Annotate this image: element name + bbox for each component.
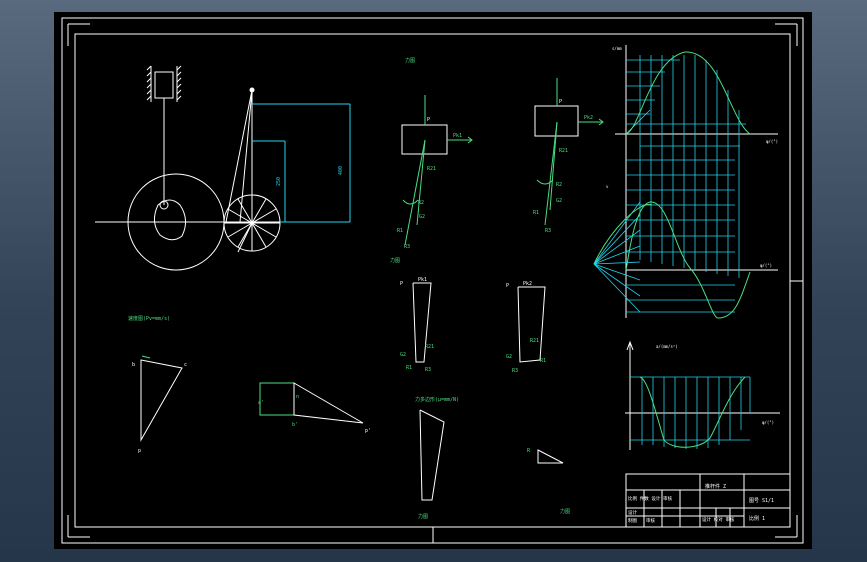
svg-text:R1: R1 (533, 210, 539, 216)
force-label-pk2: Pk2 (584, 115, 593, 121)
svg-text:n: n (296, 394, 299, 400)
svg-text:G2: G2 (556, 198, 562, 204)
label-p1: P (427, 117, 430, 123)
svg-text:R3: R3 (425, 367, 431, 373)
svg-text:R2: R2 (418, 200, 424, 206)
svg-text:R21: R21 (427, 166, 436, 172)
title-block-name: 推杆件 Z (705, 483, 726, 490)
svg-text:力多边形(μ=mm/N): 力多边形(μ=mm/N) (415, 396, 459, 403)
svg-text:R21: R21 (425, 344, 434, 350)
svg-text:R1: R1 (406, 365, 412, 371)
svg-text:φ/(°): φ/(°) (762, 420, 774, 425)
svg-text:力图: 力图 (390, 257, 400, 264)
label-p2: P (559, 99, 562, 105)
svg-text:力图: 力图 (418, 513, 428, 520)
svg-text:s/mm: s/mm (612, 46, 622, 51)
svg-text:力图: 力图 (405, 57, 415, 64)
svg-text:p: p (138, 448, 141, 454)
title-block-row-mid: 比例 件数 设计 审核 (628, 495, 673, 502)
svg-text:R21: R21 (530, 338, 539, 344)
svg-text:G2: G2 (400, 352, 406, 358)
label-pk4: Pk2 (523, 281, 532, 287)
svg-text:力图: 力图 (560, 508, 570, 515)
svg-text:R1: R1 (540, 358, 546, 364)
title-block-left-2: 制图 (628, 517, 637, 524)
svg-text:φ/(°): φ/(°) (760, 263, 772, 268)
label-p4: P (506, 283, 509, 289)
svg-text:250: 250 (276, 177, 282, 186)
svg-text:R1: R1 (397, 228, 403, 234)
title-block-drawing-no: 图号 S1/1 (749, 498, 774, 504)
svg-text:a': a' (258, 400, 264, 406)
title-block-row-bottom: 设计 校对 审核 (702, 516, 735, 523)
svg-text:R2: R2 (556, 182, 562, 188)
svg-text:a/(mm/s²): a/(mm/s²) (656, 344, 678, 349)
title-block-left-3: 审核 (646, 517, 655, 524)
svg-text:R3: R3 (404, 244, 410, 250)
svg-text:b': b' (292, 422, 298, 428)
title-block-left-1: 设计 (628, 509, 637, 516)
svg-text:速度图(Pv=mm/s): 速度图(Pv=mm/s) (128, 315, 170, 322)
force-label-pk1: Pk1 (453, 133, 462, 139)
svg-text:R3: R3 (512, 368, 518, 374)
svg-text:G2: G2 (419, 214, 425, 220)
cad-drawing-canvas: 400 250 力图 Pk1 P R21 R2 G2 R1 R3 力图 Pk2 … (54, 12, 812, 549)
svg-text:400: 400 (338, 166, 344, 175)
label-p3: P (400, 281, 403, 287)
svg-text:φ/(°): φ/(°) (766, 139, 778, 144)
label-pk3: Pk1 (418, 277, 427, 283)
svg-text:R21: R21 (559, 148, 568, 154)
svg-text:p': p' (365, 428, 371, 434)
svg-text:b: b (132, 362, 135, 368)
svg-text:G2: G2 (506, 354, 512, 360)
svg-text:c: c (184, 362, 187, 368)
svg-text:R3: R3 (545, 228, 551, 234)
title-block-scale: 比例 1 (749, 515, 765, 522)
